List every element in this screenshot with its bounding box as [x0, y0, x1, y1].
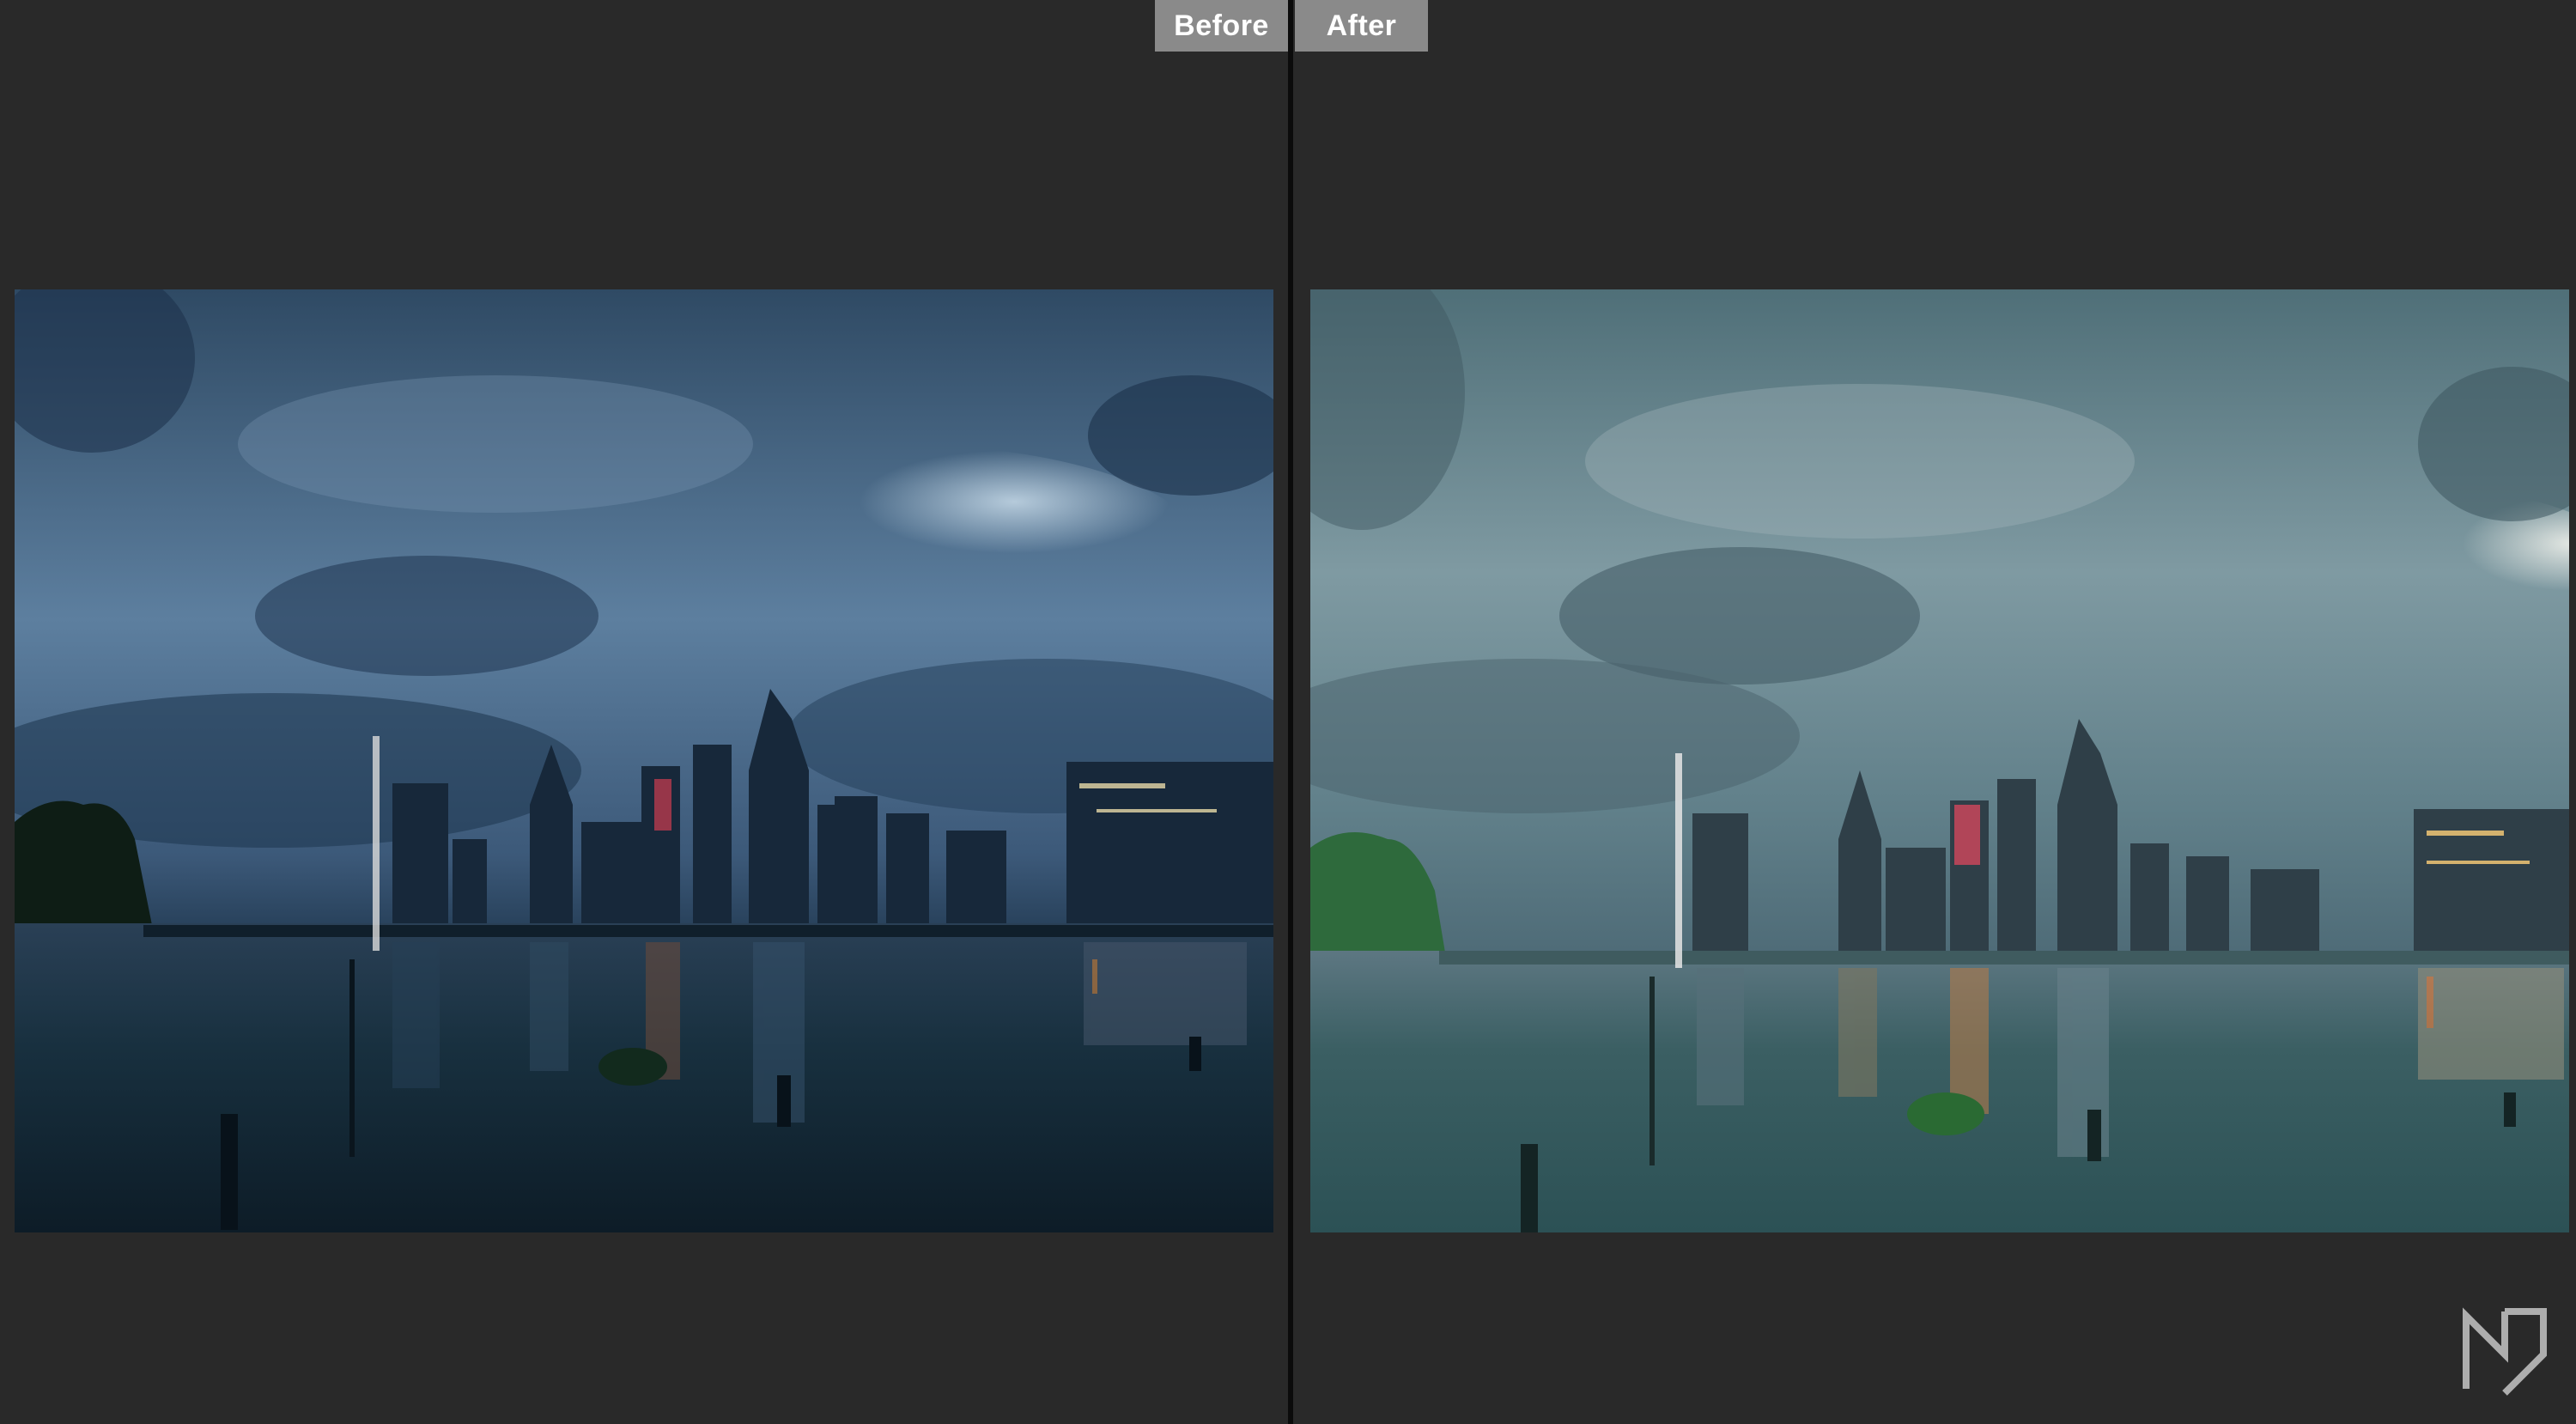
split-divider[interactable] [1288, 0, 1293, 1424]
before-photo-art [15, 289, 1273, 1232]
before-label: Before [1155, 0, 1288, 52]
before-photo [15, 289, 1273, 1232]
comparison-view: Before After [0, 0, 2576, 1424]
before-pane [0, 0, 1290, 1424]
brand-logo-icon [2463, 1307, 2547, 1396]
after-photo-art [1310, 289, 2569, 1232]
after-label: After [1295, 0, 1428, 52]
after-photo [1310, 289, 2569, 1232]
